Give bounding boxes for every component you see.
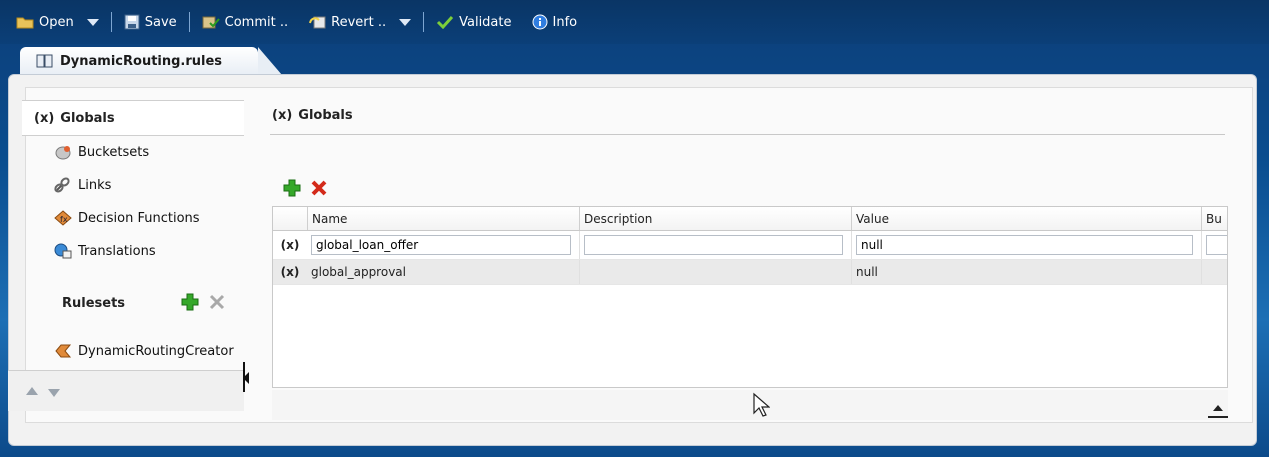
checkmark-icon — [436, 15, 454, 29]
nav-item-globals[interactable]: (x) Globals — [22, 100, 244, 136]
document-tab[interactable]: DynamicRouting.rules — [20, 47, 282, 75]
open-dropdown-caret[interactable] — [86, 18, 99, 26]
row-marker-header — [273, 207, 307, 230]
toolbar-divider — [110, 12, 112, 32]
globals-table: Name Description Value Bu (x) (x) global… — [272, 206, 1228, 388]
move-up-icon[interactable] — [26, 387, 38, 395]
rulesets-header: Rulesets — [62, 296, 126, 311]
bucketsets-icon — [54, 144, 72, 160]
bucketset-cell[interactable] — [1201, 260, 1227, 284]
toolbar-divider — [423, 12, 425, 32]
rules-navigator: (x) Globals Bucketsets Links fx Decision… — [22, 100, 244, 410]
folder-icon — [16, 15, 34, 29]
value-cell[interactable]: null — [851, 260, 1201, 284]
nav-item-decision-functions[interactable]: fx Decision Functions — [54, 210, 200, 226]
ruleset-icon — [54, 343, 72, 359]
toolbar-divider — [188, 12, 190, 32]
column-header-description[interactable]: Description — [579, 207, 851, 230]
nav-item-bucketsets[interactable]: Bucketsets — [54, 144, 149, 160]
mouse-pointer-icon — [752, 392, 770, 418]
table-header: Name Description Value Bu — [273, 207, 1227, 231]
delete-icon — [209, 294, 225, 310]
info-button[interactable]: Info — [526, 11, 584, 33]
bucketset-cell[interactable] — [1201, 231, 1227, 259]
plus-icon — [283, 179, 301, 197]
description-cell[interactable] — [579, 260, 851, 284]
nav-item-links[interactable]: Links — [54, 177, 111, 193]
title-divider — [270, 134, 1225, 135]
delete-icon — [311, 180, 327, 196]
table-toolbar — [282, 178, 328, 198]
value-cell[interactable] — [851, 231, 1201, 259]
delete-global-button[interactable] — [310, 179, 328, 197]
expand-panel-icon[interactable] — [1208, 402, 1228, 418]
globals-variable-icon: (x) — [272, 108, 293, 123]
validate-button[interactable]: Validate — [430, 11, 517, 33]
revert-dropdown-caret[interactable] — [399, 18, 412, 26]
document-tab-label: DynamicRouting.rules — [60, 53, 223, 69]
links-icon — [54, 177, 72, 193]
translations-icon — [54, 243, 72, 259]
ruleset-item-dynamicroutingcreator[interactable]: DynamicRoutingCreator — [54, 343, 234, 359]
save-icon — [124, 14, 140, 30]
info-icon — [532, 14, 548, 30]
nav-item-translations[interactable]: Translations — [54, 243, 156, 259]
description-field[interactable] — [584, 235, 843, 255]
save-button[interactable]: Save — [118, 11, 183, 33]
column-header-value[interactable]: Value — [851, 207, 1201, 230]
table-row[interactable]: (x) global_approval null — [273, 260, 1227, 285]
description-cell[interactable] — [579, 231, 851, 259]
svg-text:fx: fx — [60, 215, 68, 224]
move-down-icon[interactable] — [48, 389, 60, 397]
variable-marker: (x) — [280, 238, 300, 252]
add-global-button[interactable] — [282, 178, 302, 198]
column-header-bucketset[interactable]: Bu — [1201, 207, 1227, 230]
delete-ruleset-button[interactable] — [208, 293, 226, 311]
rules-book-icon — [36, 54, 54, 68]
decision-functions-icon: fx — [54, 210, 72, 226]
application-window: Open Save Commit .. Revert .. Validate I… — [0, 0, 1269, 457]
name-cell[interactable] — [307, 231, 579, 259]
nav-order-controls — [8, 370, 244, 411]
main-toolbar: Open Save Commit .. Revert .. Validate I… — [0, 0, 1269, 44]
name-cell[interactable]: global_approval — [307, 260, 579, 284]
value-field[interactable] — [856, 235, 1193, 255]
open-button[interactable]: Open — [10, 11, 105, 33]
globals-variable-icon: (x) — [34, 110, 55, 126]
page-title: (x) Globals — [272, 108, 353, 123]
collapse-arrow-icon[interactable] — [243, 372, 249, 384]
commit-button[interactable]: Commit .. — [196, 11, 294, 33]
bucketset-field[interactable] — [1206, 235, 1227, 255]
revert-button[interactable]: Revert .. — [302, 11, 417, 33]
commit-icon — [202, 14, 220, 30]
table-scroll-area — [272, 390, 1228, 420]
name-field[interactable] — [311, 235, 571, 255]
plus-icon — [181, 293, 199, 311]
table-row[interactable]: (x) — [273, 231, 1227, 260]
variable-marker: (x) — [280, 265, 300, 279]
add-ruleset-button[interactable] — [180, 292, 200, 312]
column-header-name[interactable]: Name — [307, 207, 579, 230]
revert-icon — [308, 14, 326, 30]
